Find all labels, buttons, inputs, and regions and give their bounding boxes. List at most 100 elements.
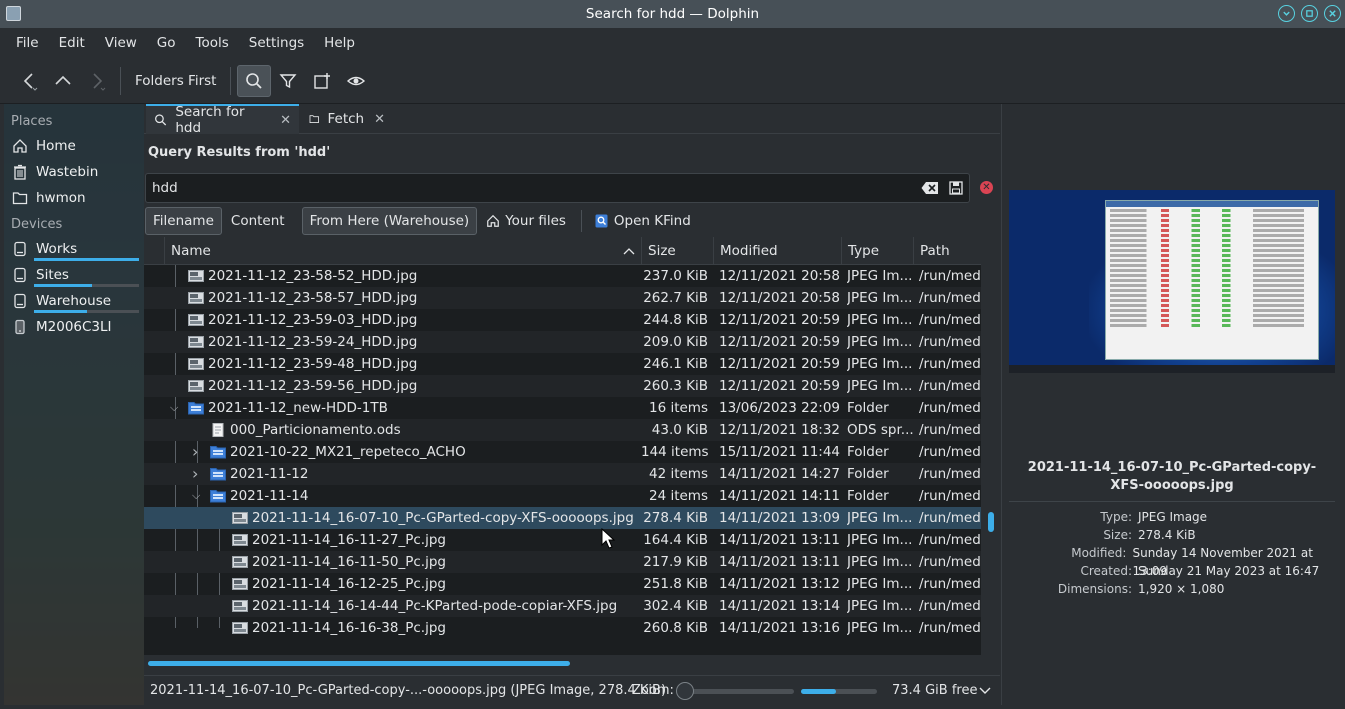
horizontal-scrollbar[interactable]: [144, 656, 981, 670]
folder-row[interactable]: › 2021-11-12 42 items 14/11/2021 14:27 Folde…: [144, 463, 981, 485]
device-works[interactable]: Works: [4, 236, 144, 262]
place-wastebin[interactable]: Wastebin: [4, 159, 144, 185]
cell-name: 2021-11-12_23-59-48_HDD.jpg: [208, 356, 418, 372]
expand-chevron-icon[interactable]: ›: [192, 441, 198, 463]
place-hwmon[interactable]: hwmon: [4, 185, 144, 211]
new-tab-button[interactable]: [305, 65, 339, 97]
cell-modified: 15/11/2021 11:44: [719, 444, 841, 460]
tab-search-for-hdd[interactable]: Search for hdd ✕: [146, 104, 299, 136]
filter-button[interactable]: [271, 65, 305, 97]
folder-row[interactable]: › 2021-10-22_MX21_repeteco_ACHO 144 items 1…: [144, 441, 981, 463]
search-toggle-button[interactable]: [237, 64, 272, 97]
zoom-slider-handle[interactable]: [676, 682, 694, 700]
close-tab-icon[interactable]: ✕: [280, 113, 291, 128]
dolphin-app-icon[interactable]: [6, 6, 21, 21]
main-toolbar: Folders First: [0, 58, 1345, 104]
open-kfind-button[interactable]: Open KFind: [588, 207, 698, 235]
filter-from-here-button[interactable]: From Here (Warehouse): [301, 207, 478, 235]
menu-tools[interactable]: Tools: [186, 35, 239, 51]
disk-space-bar: [801, 689, 877, 694]
column-modified-header[interactable]: Modified: [713, 237, 841, 265]
cell-modified: 14/11/2021 13:11: [719, 554, 841, 570]
column-name-header[interactable]: Name: [164, 237, 641, 265]
menu-view[interactable]: View: [95, 35, 147, 51]
close-search-button[interactable]: ✕: [980, 181, 993, 194]
meta-size-row: Size: 278.4 KiB: [1002, 526, 1342, 544]
devices-header: Devices: [11, 217, 63, 232]
forward-button[interactable]: [80, 65, 114, 97]
collapse-chevron-icon[interactable]: ⌵: [192, 485, 200, 507]
cell-name: 2021-11-12: [230, 466, 309, 482]
home-icon: [487, 214, 500, 227]
filter-your-files-button[interactable]: Your files: [479, 207, 573, 235]
information-panel: 2021-11-14_16-07-10_Pc-GParted-copy-XFS-…: [1001, 104, 1341, 705]
cell-path: /run/medi: [919, 444, 981, 460]
cell-path: /run/medi: [919, 290, 981, 306]
chevron-down-icon[interactable]: [979, 687, 991, 695]
filter-content-button[interactable]: Content: [224, 207, 292, 235]
cell-name: 2021-11-14_16-11-27_Pc.jpg: [252, 532, 446, 548]
search-input-value[interactable]: hdd: [152, 180, 178, 196]
file-row[interactable]: 2021-11-12_23-58-57_HDD.jpg 262.7 KiB 12/1…: [144, 287, 981, 309]
collapse-chevron-icon[interactable]: ⌵: [170, 397, 178, 419]
menu-file[interactable]: File: [6, 35, 49, 51]
up-button[interactable]: [46, 65, 80, 97]
filter-filename-button[interactable]: Filename: [145, 207, 222, 235]
window-title: Search for hdd — Dolphin: [585, 6, 760, 22]
file-row[interactable]: 2021-11-14_16-11-50_Pc.jpg 217.9 KiB 14/11…: [144, 551, 981, 573]
search-icon: [246, 72, 263, 89]
folder-row[interactable]: ⌵ 2021-11-12_new-HDD-1TB 16 items 13/06/202…: [144, 397, 981, 419]
file-row[interactable]: 2021-11-14_16-14-44_Pc-KParted-pode-copi…: [144, 595, 981, 617]
save-search-icon[interactable]: [949, 181, 963, 199]
file-row[interactable]: 2021-11-12_23-59-03_HDD.jpg 244.8 KiB 12/1…: [144, 309, 981, 331]
device-sites[interactable]: Sites: [4, 262, 144, 288]
sort-folders-first-button[interactable]: Folders First: [127, 73, 224, 89]
meta-key: Type:: [1100, 510, 1132, 524]
meta-key: Dimensions:: [1057, 582, 1132, 596]
file-row[interactable]: 2021-11-12_23-59-24_HDD.jpg 209.0 KiB 12/1…: [144, 331, 981, 353]
column-label: Path: [920, 243, 950, 259]
column-path-header[interactable]: Path: [913, 237, 981, 265]
tab-fetch[interactable]: Fetch ✕: [301, 104, 393, 134]
cell-type: JPEG Im...: [847, 554, 913, 570]
meta-value: 278.4 KiB: [1138, 528, 1196, 542]
preview-button[interactable]: [339, 65, 373, 97]
menu-go[interactable]: Go: [147, 35, 186, 51]
meta-value: Sunday 14 November 2021 at 13:09: [1132, 546, 1313, 578]
menu-edit[interactable]: Edit: [49, 35, 95, 51]
device-m2006c3li[interactable]: M2006C3LI: [4, 314, 144, 340]
file-row[interactable]: 2021-11-14_16-11-27_Pc.jpg 164.4 KiB 14/11…: [144, 529, 981, 551]
filter-label: Open KFind: [613, 213, 691, 229]
search-input[interactable]: hdd: [145, 173, 970, 203]
device-label: Sites: [36, 267, 69, 283]
vertical-scroll-thumb[interactable]: [988, 512, 994, 532]
file-row[interactable]: 2021-11-14_16-12-25_Pc.jpg 251.8 KiB 14/11…: [144, 573, 981, 595]
cell-path: /run/medi: [919, 400, 981, 416]
file-row[interactable]: 2021-11-14_16-16-38_Pc.jpg 260.8 KiB 14/11…: [144, 617, 981, 639]
close-tab-icon[interactable]: ✕: [374, 112, 385, 127]
vertical-scrollbar[interactable]: [984, 237, 998, 655]
file-row[interactable]: 2021-11-12_23-59-48_HDD.jpg 246.1 KiB 12/1…: [144, 353, 981, 375]
column-size-header[interactable]: Size: [641, 237, 713, 265]
file-row[interactable]: 2021-11-12_23-59-56_HDD.jpg 260.3 KiB 12/1…: [144, 375, 981, 397]
clear-text-icon[interactable]: [921, 181, 939, 199]
file-row[interactable]: 2021-11-14_16-07-10_Pc-GParted-copy-XFS-…: [144, 507, 981, 529]
kfind-icon: [595, 214, 608, 228]
maximize-button[interactable]: [1301, 5, 1318, 22]
menu-settings[interactable]: Settings: [239, 35, 314, 51]
back-button[interactable]: [12, 65, 46, 97]
horizontal-scroll-thumb[interactable]: [148, 661, 570, 666]
device-warehouse[interactable]: Warehouse: [4, 288, 144, 314]
zoom-slider-track[interactable]: [684, 689, 794, 694]
file-list-view[interactable]: Name Size Modified Type Path 2021-11-12_…: [144, 237, 981, 655]
minimize-button[interactable]: [1278, 5, 1295, 22]
file-row[interactable]: 2021-11-12_23-58-52_HDD.jpg 237.0 KiB 12/1…: [144, 265, 981, 287]
expand-chevron-icon[interactable]: ›: [192, 463, 198, 485]
file-row[interactable]: 000_Particionamento.ods 43.0 KiB 12/11/202…: [144, 419, 981, 441]
cell-type: JPEG Im...: [847, 290, 913, 306]
folder-row[interactable]: ⌵ 2021-11-14 24 items 14/11/2021 14:11 Folde…: [144, 485, 981, 507]
menu-help[interactable]: Help: [314, 35, 365, 51]
column-type-header[interactable]: Type: [841, 237, 913, 265]
close-window-button[interactable]: [1324, 5, 1341, 22]
place-home[interactable]: Home: [4, 133, 144, 159]
